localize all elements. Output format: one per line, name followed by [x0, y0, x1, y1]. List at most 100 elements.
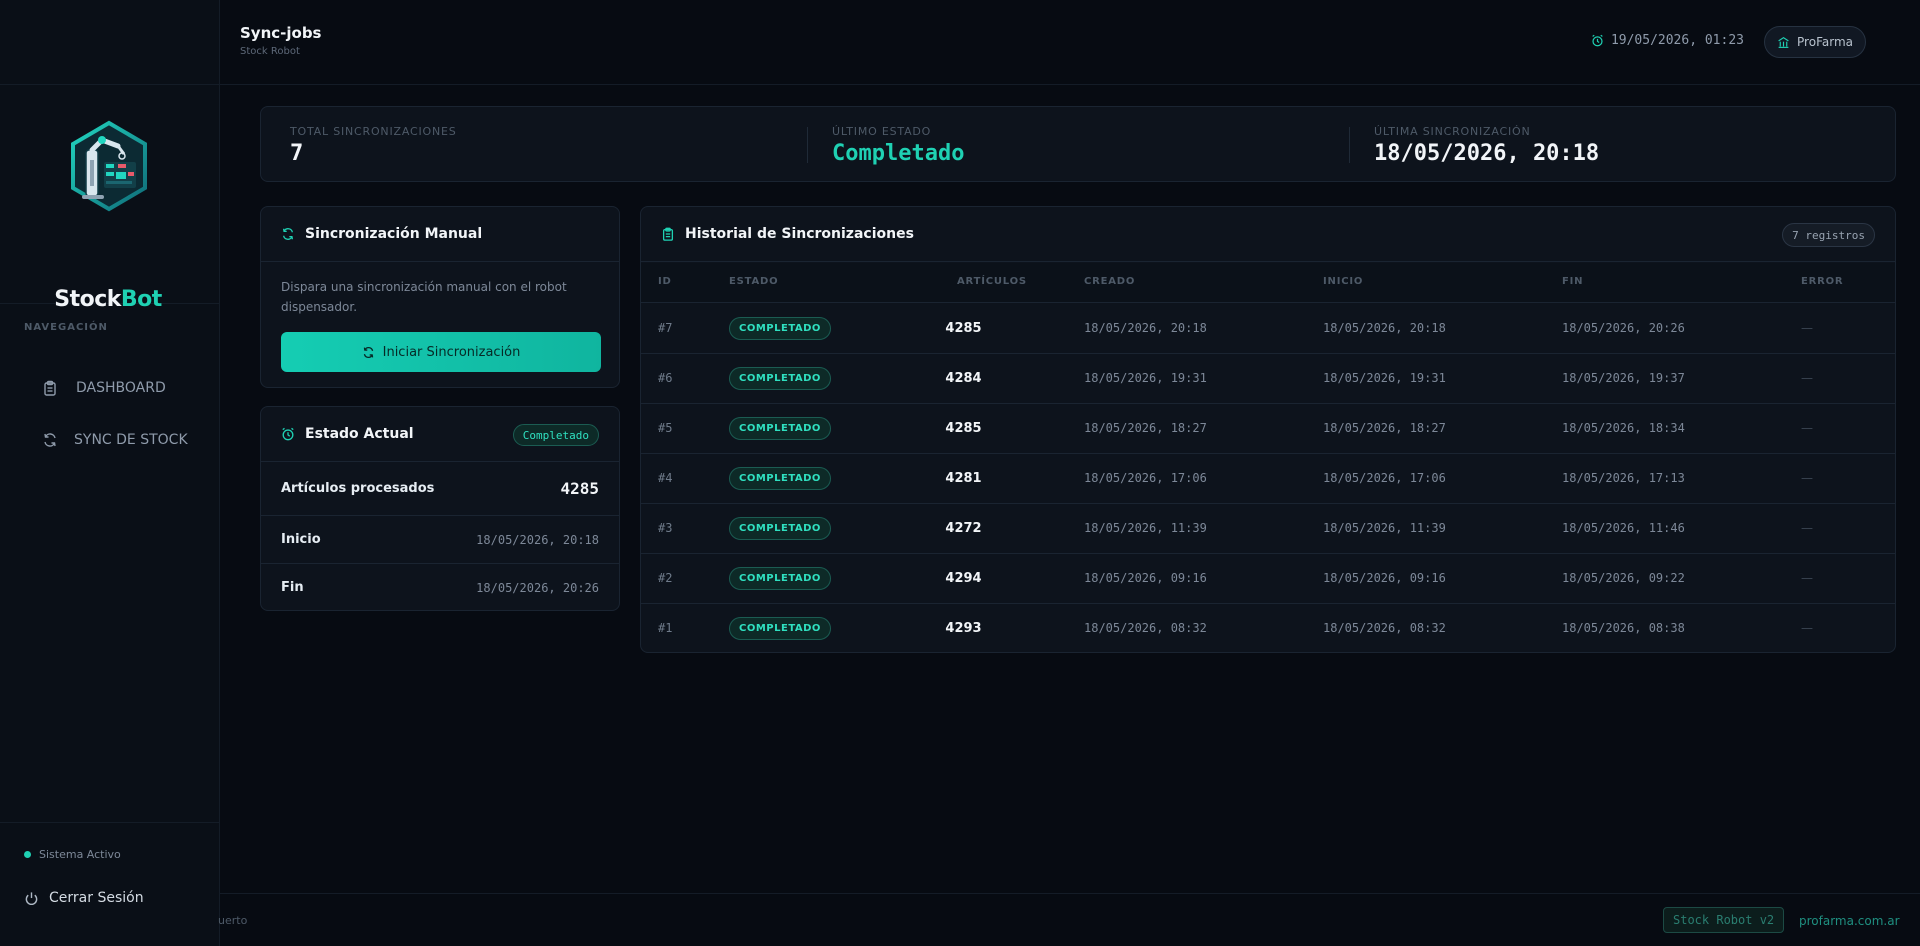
logout-label: Cerrar Sesión: [49, 890, 144, 906]
state-row-value: 18/05/2026, 20:26: [476, 580, 599, 595]
alarm-clock-icon: [282, 427, 294, 441]
version-badge: Stock Robot v2: [1663, 907, 1785, 933]
manual-sync-description: Dispara una sincronización manual con el…: [281, 280, 567, 314]
logout-button[interactable]: Cerrar Sesión: [24, 890, 144, 906]
footer-link[interactable]: profarma.com.ar: [1799, 914, 1900, 928]
cell-fin: 18/05/2026, 17:13: [1562, 471, 1685, 485]
table-row[interactable]: #4 COMPLETADO 4281 18/05/2026, 17:06 18/…: [641, 454, 1895, 504]
sidebar-item-label: SYNC DE STOCK: [74, 432, 188, 448]
cell-creado: 18/05/2026, 08:32: [1084, 621, 1207, 635]
refresh-icon: [282, 228, 294, 240]
cell-inicio: 18/05/2026, 20:18: [1323, 321, 1446, 335]
cell-inicio: 18/05/2026, 08:32: [1323, 621, 1446, 635]
status-badge: COMPLETADO: [729, 317, 831, 340]
history-card: Historial de Sincronizaciones 7 registro…: [640, 206, 1896, 653]
stat-label: ÚLTIMA SINCRONIZACIÓN: [1374, 125, 1531, 138]
cell-articulos: 4284: [945, 371, 982, 386]
cell-articulos: 4285: [945, 321, 982, 336]
cell-fin: 18/05/2026, 19:37: [1562, 371, 1685, 385]
table-row[interactable]: #1 COMPLETADO 4293 18/05/2026, 08:32 18/…: [641, 604, 1895, 652]
sidebar-item-dashboard[interactable]: DASHBOARD: [42, 370, 166, 406]
org-selector[interactable]: ProFarma: [1764, 26, 1866, 58]
table-row[interactable]: #7 COMPLETADO 4285 18/05/2026, 20:18 18/…: [641, 304, 1895, 354]
stat-label: TOTAL SINCRONIZACIONES: [290, 125, 457, 138]
brand-name-part1: Stock: [54, 287, 121, 312]
cell-fin: 18/05/2026, 11:46: [1562, 521, 1685, 535]
cell-articulos: 4294: [945, 571, 982, 586]
cell-inicio: 18/05/2026, 09:16: [1323, 571, 1446, 585]
cell-creado: 18/05/2026, 11:39: [1084, 521, 1207, 535]
state-row-label: Fin: [281, 580, 304, 595]
cell-articulos: 4293: [945, 621, 982, 636]
start-sync-button[interactable]: Iniciar Sincronización: [281, 332, 601, 372]
card-title: Historial de Sincronizaciones: [685, 226, 914, 242]
stat-divider: [807, 127, 808, 163]
stat-label: ÚLTIMO ESTADO: [832, 125, 932, 138]
page-title: Sync-jobs: [240, 24, 322, 42]
sidebar-item-sync-de-stock[interactable]: SYNC DE STOCK: [42, 422, 188, 458]
sidebar-top: [0, 0, 219, 85]
header-datetime: 19/05/2026, 01:23: [1610, 33, 1744, 48]
column-header-fin: FIN: [1562, 276, 1584, 287]
brand-name-part2: Bot: [120, 287, 162, 312]
cell-error: —: [1801, 621, 1813, 635]
cell-creado: 18/05/2026, 09:16: [1084, 571, 1207, 585]
status-badge: Completado: [512, 424, 599, 446]
robot-logo-icon: [71, 120, 147, 212]
card-header: Historial de Sincronizaciones: [641, 207, 1895, 262]
cell-articulos: 4272: [945, 521, 982, 536]
sidebar: StockBot NAVEGACIÓN DASHBOARD SYNC DE ST…: [0, 0, 220, 946]
cell-id: #2: [658, 571, 673, 585]
cell-fin: 18/05/2026, 20:26: [1562, 321, 1685, 335]
cell-inicio: 18/05/2026, 17:06: [1323, 471, 1446, 485]
system-status: Sistema Activo: [24, 848, 121, 861]
status-badge: COMPLETADO: [729, 617, 831, 640]
manual-sync-card: Sincronización Manual Dispara una sincro…: [260, 206, 620, 388]
stats-bar: TOTAL SINCRONIZACIONES 7 ÚLTIMO ESTADO C…: [260, 106, 1896, 182]
cell-inicio: 18/05/2026, 18:27: [1323, 421, 1446, 435]
cell-error: —: [1801, 371, 1813, 385]
footer-text: uerto: [218, 914, 248, 927]
cell-error: —: [1801, 471, 1813, 485]
stat-value: 7: [290, 141, 304, 166]
cell-articulos: 4285: [945, 421, 982, 436]
cell-fin: 18/05/2026, 18:34: [1562, 421, 1685, 435]
status-badge: COMPLETADO: [729, 467, 831, 490]
table-row[interactable]: #2 COMPLETADO 4294 18/05/2026, 09:16 18/…: [641, 554, 1895, 604]
table-row[interactable]: #5 COMPLETADO 4285 18/05/2026, 18:27 18/…: [641, 404, 1895, 454]
cell-creado: 18/05/2026, 20:18: [1084, 321, 1207, 335]
header-clock: 19/05/2026, 01:23: [1591, 33, 1744, 48]
table-row[interactable]: #6 COMPLETADO 4284 18/05/2026, 19:31 18/…: [641, 354, 1895, 404]
status-badge: COMPLETADO: [729, 517, 831, 540]
cell-error: —: [1801, 521, 1813, 535]
nav-section-label: NAVEGACIÓN: [24, 322, 108, 333]
stat-value: Completado: [832, 141, 965, 166]
sidebar-item-label: DASHBOARD: [76, 380, 166, 396]
state-row-label: Artículos procesados: [281, 481, 435, 496]
table-header: ID ESTADO ARTÍCULOS CREADO INICIO FIN ER…: [641, 263, 1895, 303]
state-row-value: 4285: [560, 479, 599, 498]
cell-error: —: [1801, 421, 1813, 435]
card-header: Sincronización Manual: [261, 207, 619, 262]
clipboard-icon: [662, 227, 674, 241]
logo-area: StockBot: [0, 85, 219, 312]
refresh-icon: [44, 433, 56, 447]
cell-inicio: 18/05/2026, 11:39: [1323, 521, 1446, 535]
column-header-estado: ESTADO: [729, 276, 779, 287]
cell-inicio: 18/05/2026, 19:31: [1323, 371, 1446, 385]
records-count-badge: 7 registros: [1782, 223, 1875, 247]
table-row[interactable]: #3 COMPLETADO 4272 18/05/2026, 11:39 18/…: [641, 504, 1895, 554]
stat-value: 18/05/2026, 20:18: [1374, 141, 1600, 166]
status-dot: [24, 851, 31, 858]
org-name: ProFarma: [1797, 35, 1853, 49]
state-row-label: Inicio: [281, 532, 321, 547]
brand-name: StockBot: [0, 287, 216, 312]
state-row-articles: Artículos procesados 4285: [261, 462, 619, 515]
clipboard-icon: [44, 380, 56, 396]
cell-error: —: [1801, 571, 1813, 585]
current-state-card: Estado Actual Completado Artículos proce…: [260, 406, 620, 611]
cell-id: #3: [658, 521, 673, 535]
state-row-start: Inicio 18/05/2026, 20:18: [261, 515, 619, 563]
status-badge: COMPLETADO: [729, 367, 831, 390]
cell-creado: 18/05/2026, 18:27: [1084, 421, 1207, 435]
